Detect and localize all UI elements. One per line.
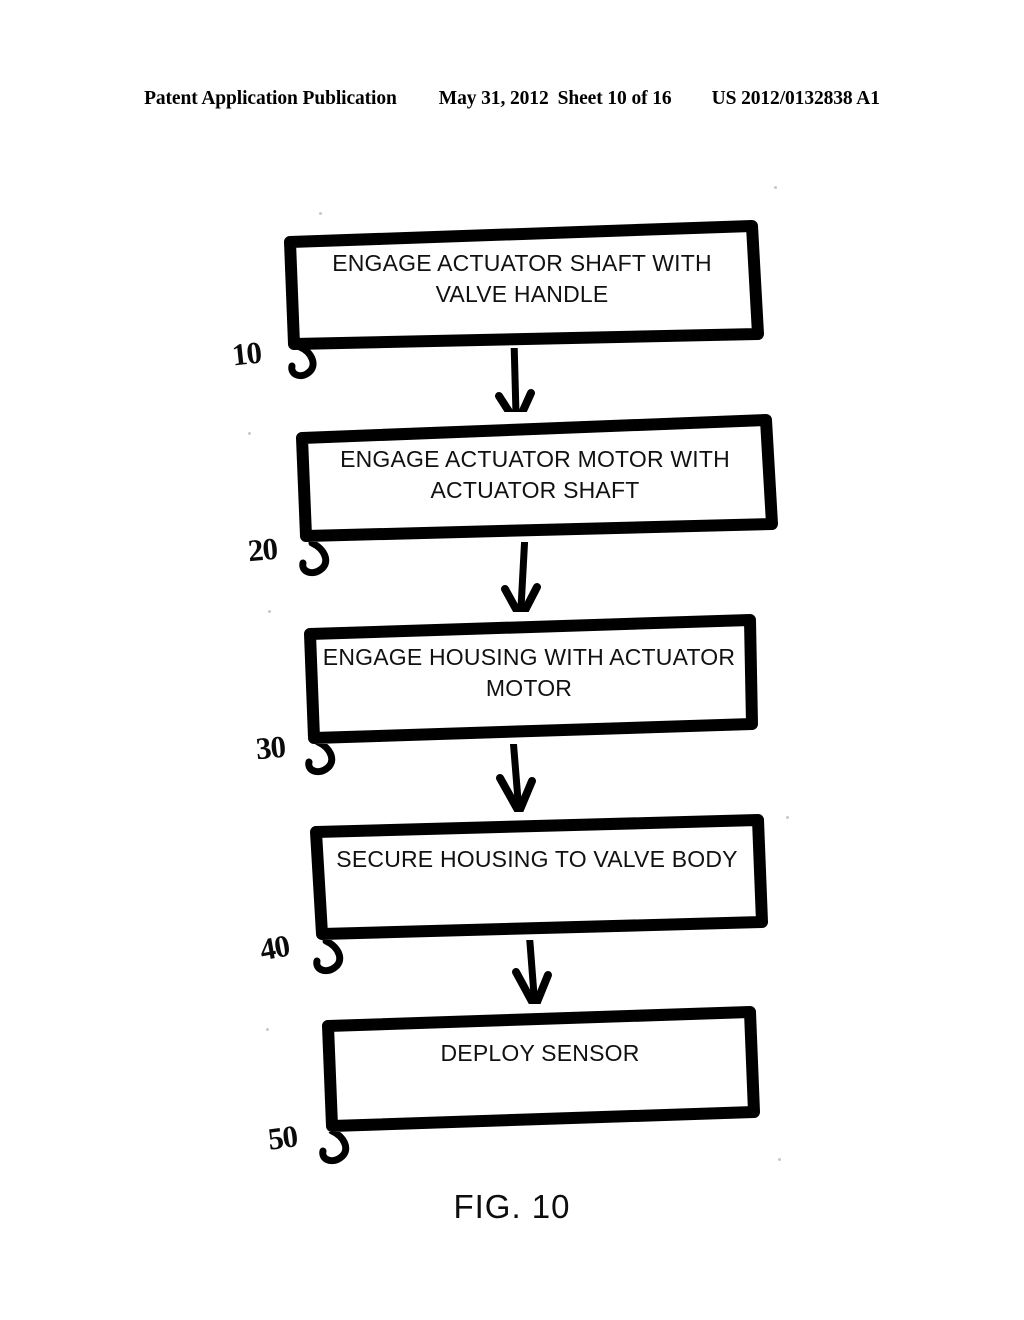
leader-line-10 [288,343,317,380]
reference-numeral-40: 40 [257,927,292,968]
leader-line-30 [305,738,336,776]
flow-step-box-3[interactable]: ENGAGE HOUSING WITH ACTUATOR MOTOR [300,612,758,744]
flow-step-label-5: DEPLOY SENSOR [440,1040,640,1066]
reference-numeral-20: 20 [246,530,279,569]
scan-speck [778,1158,781,1161]
reference-numeral-50: 50 [265,1118,299,1157]
leader-line-40 [313,937,344,975]
flow-step-box-4[interactable]: SECURE HOUSING TO VALVE BODY [306,812,768,940]
flow-step-label-1: ENGAGE ACTUATOR SHAFT WITH VALVE HANDLE [332,250,712,307]
scan-speck [786,816,789,819]
flow-step-box-1[interactable]: ENGAGE ACTUATOR SHAFT WITH VALVE HANDLE [282,218,764,350]
flow-step-label-3: ENGAGE HOUSING WITH ACTUATOR MOTOR [322,644,736,701]
scan-speck [266,1028,269,1031]
flow-step-box-2[interactable]: ENGAGE ACTUATOR MOTOR WITH ACTUATOR SHAF… [292,412,778,542]
scan-speck [248,432,251,435]
flowchart-figure: ENGAGE ACTUATOR SHAFT WITH VALVE HANDLE … [0,0,1024,1320]
scan-speck [774,186,777,189]
leader-line-20 [299,539,330,577]
reference-numeral-30: 30 [254,728,287,767]
connector-20-to-30 [501,530,541,622]
reference-numeral-10: 10 [230,334,263,373]
figure-caption: FIG. 10 [453,1188,571,1225]
connector-30-to-40 [496,734,536,816]
flow-step-label-4: SECURE HOUSING TO VALVE BODY [336,846,738,872]
scan-speck [319,212,322,215]
connector-40-to-50 [512,926,552,1011]
scan-speck [268,610,271,613]
flow-step-box-5[interactable]: DEPLOY SENSOR [318,1004,762,1132]
flow-step-label-2: ENGAGE ACTUATOR MOTOR WITH ACTUATOR SHAF… [340,446,730,503]
leader-line-50 [319,1127,350,1165]
box-outline-4 [310,814,768,940]
